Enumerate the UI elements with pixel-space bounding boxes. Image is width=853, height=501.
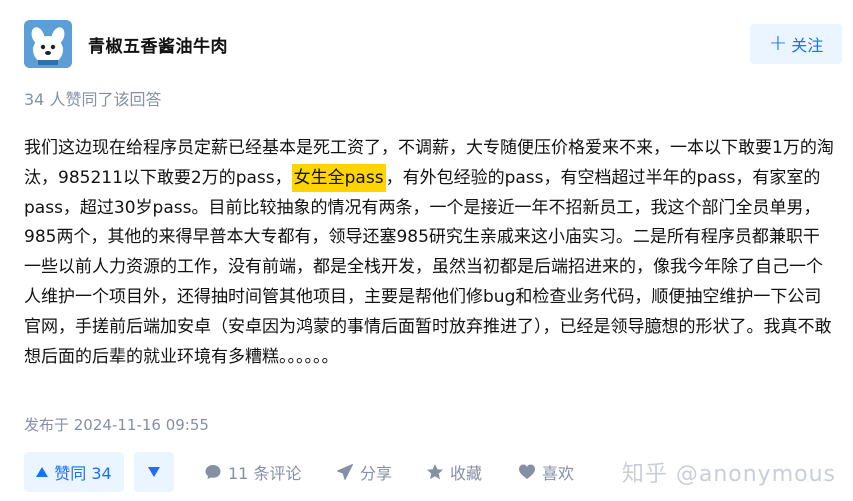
collect-label: 收藏 — [450, 464, 483, 483]
share-icon — [337, 464, 353, 480]
star-icon — [427, 464, 443, 480]
watermark: 知乎 @anonymous — [621, 462, 836, 487]
answer-content: 我们这边现在给程序员定薪已经基本是死工资了，不调薪，大专随便压价格爱来不来，一本… — [24, 134, 836, 372]
action-bar: 赞同 34 11 条评论 分享 收藏 喜欢 知乎 @anonymous — [24, 452, 836, 494]
downvote-button[interactable] — [134, 452, 174, 492]
triangle-up-icon — [36, 467, 49, 477]
comments-button[interactable]: 11 条评论 — [204, 452, 301, 492]
upvote-label: 赞同 34 — [54, 464, 112, 483]
comments-label: 11 条评论 — [228, 464, 302, 483]
like-button[interactable]: 喜欢 — [518, 452, 574, 492]
follow-button[interactable]: + 关注 — [750, 24, 842, 64]
avatar[interactable] — [24, 20, 72, 68]
share-label: 分享 — [360, 464, 393, 483]
highlighted-text: 女生全pass — [291, 163, 386, 192]
share-button[interactable]: 分享 — [336, 452, 392, 492]
comment-icon — [205, 465, 221, 479]
heart-icon — [519, 464, 535, 479]
follow-label: 关注 — [791, 36, 824, 55]
triangle-down-icon — [148, 467, 160, 477]
upvote-count-note: 34 人赞同了该回答 — [24, 90, 162, 109]
collect-button[interactable]: 收藏 — [426, 452, 482, 492]
upvote-button[interactable]: 赞同 34 — [24, 452, 124, 492]
like-label: 喜欢 — [542, 464, 575, 483]
author-row: 青椒五香酱油牛肉 + 关注 — [24, 20, 842, 70]
author-name[interactable]: 青椒五香酱油牛肉 — [88, 32, 228, 57]
answer-text-after: ，有外包经验的pass，有空档超过半年的pass，有家室的pass，超过30岁p… — [24, 167, 832, 367]
publish-time[interactable]: 发布于 2024-11-16 09:55 — [24, 414, 209, 435]
plus-icon: + — [768, 31, 788, 56]
dog-avatar-icon — [24, 20, 72, 68]
